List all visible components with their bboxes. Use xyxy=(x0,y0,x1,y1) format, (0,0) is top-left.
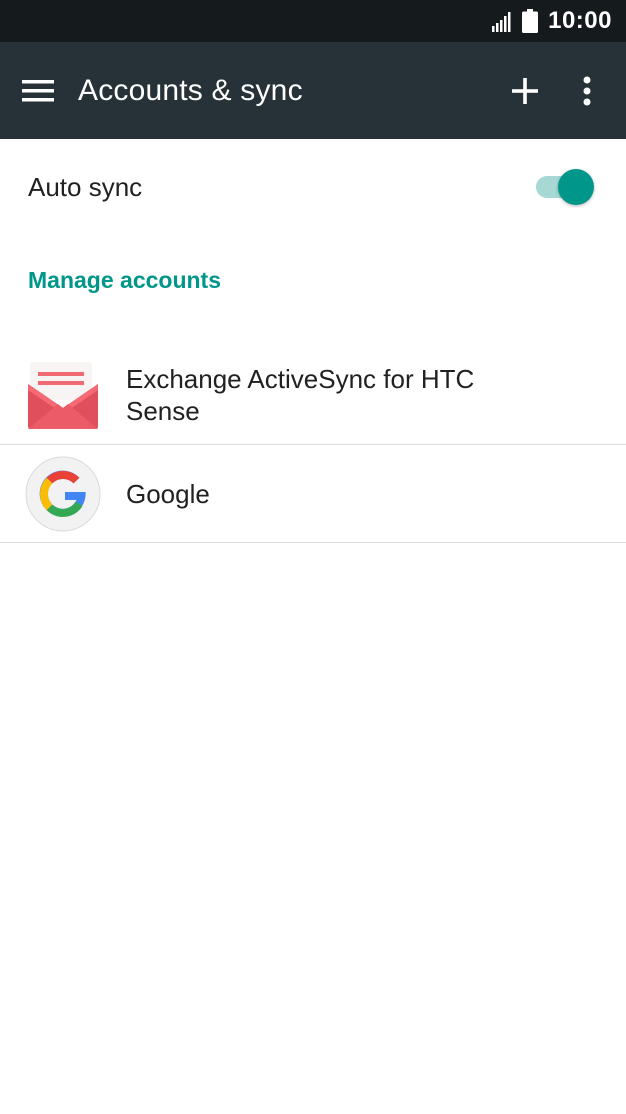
account-label-exchange: Exchange ActiveSync for HTC Sense xyxy=(126,363,475,426)
page-title: Accounts & sync xyxy=(78,73,303,107)
menu-icon[interactable] xyxy=(22,74,56,108)
account-item-exchange[interactable]: Exchange ActiveSync for HTC Sense xyxy=(0,345,626,445)
auto-sync-toggle[interactable] xyxy=(536,169,594,205)
app-bar: Accounts & sync xyxy=(0,42,626,139)
account-item-google[interactable]: Google xyxy=(0,445,626,543)
more-vert-icon[interactable] xyxy=(582,76,592,106)
manage-accounts-header: Manage accounts xyxy=(28,266,221,293)
google-icon xyxy=(25,456,101,531)
exchange-mail-icon xyxy=(28,361,98,429)
auto-sync-label: Auto sync xyxy=(28,171,143,202)
signal-icon xyxy=(492,12,511,32)
account-label-google: Google xyxy=(126,478,210,509)
toggle-thumb xyxy=(558,169,594,205)
add-icon[interactable] xyxy=(510,76,540,106)
battery-icon xyxy=(522,9,539,33)
auto-sync-row[interactable]: Auto sync xyxy=(0,139,626,235)
status-bar: 10:00 xyxy=(0,0,626,42)
account-list: Exchange ActiveSync for HTC Sense Google xyxy=(0,345,626,543)
status-time: 10:00 xyxy=(548,7,612,34)
